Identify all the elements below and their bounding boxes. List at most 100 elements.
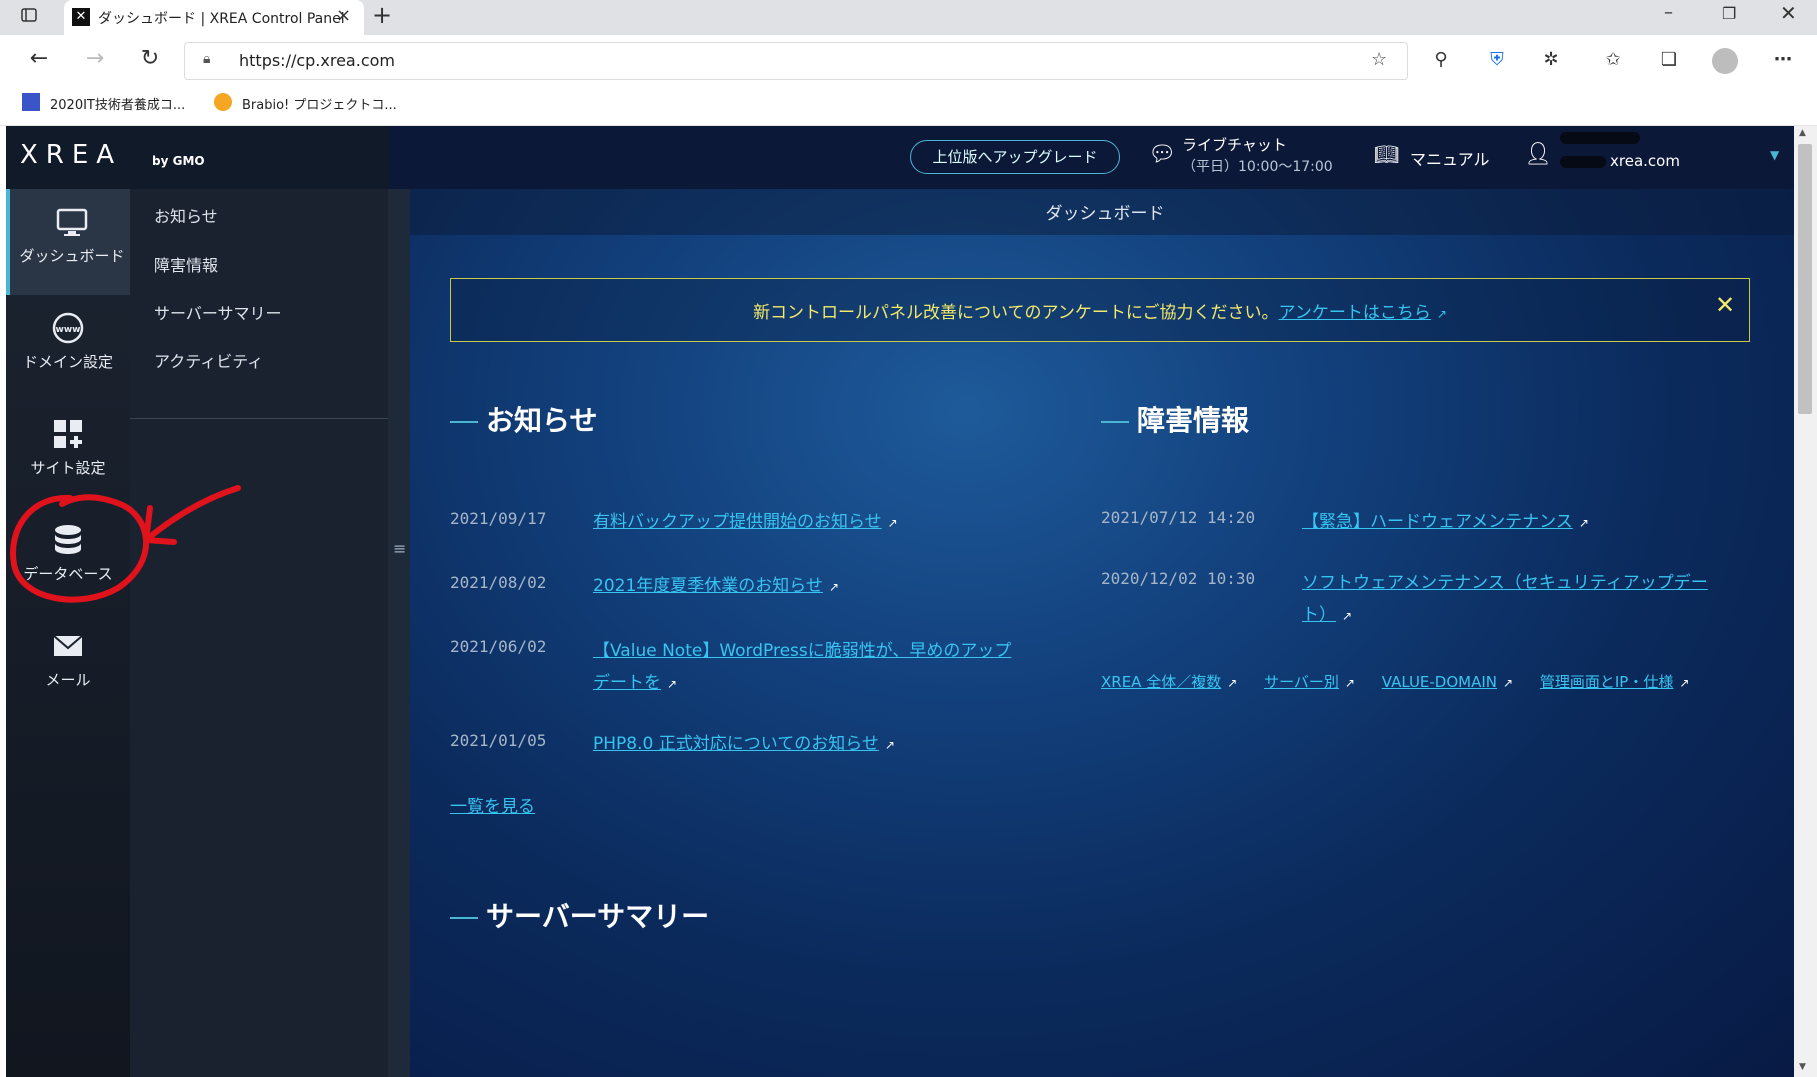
nav-domain-settings[interactable]: www ドメイン設定 [6,295,130,401]
subnav-activity[interactable]: アクティビティ [154,348,263,372]
incident-filter-all[interactable]: XREA 全体／複数 [1101,673,1221,691]
nav-label: メール [45,671,91,689]
xrea-logo[interactable]: XREA [20,140,122,170]
external-link-icon: ↗ [884,738,895,752]
xrea-favicon-icon: ✕ [72,8,90,26]
extension-tracking-icon[interactable]: ⚲ [1426,46,1456,74]
extensions-puzzle-icon[interactable]: ✲ [1536,46,1566,74]
external-link-icon: ↗ [1227,676,1238,690]
refresh-icon[interactable]: ↻ [135,45,165,73]
redacted-account [1560,156,1606,168]
gmo-logo: by GMO [152,154,205,168]
scrollbar-thumb[interactable] [1798,144,1812,414]
restore-icon[interactable]: ❐ [1722,4,1736,23]
news-link[interactable]: 2021年度夏季休業のお知らせ [593,576,823,596]
news-more-link: 一覧を見る [450,792,535,817]
incident-filter-value-domain[interactable]: VALUE-DOMAIN [1382,673,1497,691]
nav-label: ドメイン設定 [22,353,113,371]
incident-filter-server[interactable]: サーバー別 [1264,673,1339,691]
browser-titlebar: ✕ ダッシュボード | XREA Control Panel × + – ❐ ✕ [0,0,1817,35]
survey-link[interactable]: アンケートはこちら [1279,303,1431,323]
news-item: 2021年度夏季休業のお知らせ ↗ [593,571,993,596]
subnav-incidents[interactable]: 障害情報 [154,252,218,276]
forward-icon[interactable]: → [80,45,110,73]
add-favorite-icon[interactable]: ☆ [1371,49,1387,70]
main-content: ダッシュボード 新コントロールパネル改善についてのアンケートにご協力ください。ア… [410,189,1800,1077]
incident-link[interactable]: 【緊急】ハードウェアメンテナンス [1302,512,1573,532]
news-date: 2021/01/05 [450,731,547,750]
news-link[interactable]: 【Value Note】WordPressに脆弱性が、早めのアップデートを [593,641,1011,693]
news-link[interactable]: PHP8.0 正式対応についてのお知らせ [593,734,879,754]
page-title-bar: ダッシュボード [410,189,1800,235]
external-link-icon: ↗ [1342,609,1353,623]
news-item: PHP8.0 正式対応についてのお知らせ ↗ [593,729,1013,754]
news-date: 2021/06/02 [450,637,547,656]
nav-mail[interactable]: メール [6,613,130,719]
tab-title: ダッシュボード | XREA Control Panel [98,11,345,27]
incident-item: ソフトウェアメンテナンス（セキュリティアップデート） ↗ [1302,567,1722,632]
favorites-icon[interactable]: ✩ [1598,46,1628,74]
collapse-handle-icon[interactable]: ≡ [393,539,406,558]
mail-icon [53,635,83,656]
redacted-account [1560,132,1640,144]
notice-line: 新コントロールパネル改善についてのアンケートにご協力ください。アンケートはこちら… [451,298,1749,323]
left-nav: ダッシュボード www ドメイン設定 サイト設定 データベース メール [6,189,134,1077]
close-notice-icon[interactable]: ✕ [1715,291,1735,319]
brabio-favicon-icon [214,93,232,111]
new-tab-icon[interactable]: + [372,1,392,29]
shield-extension-icon[interactable]: ⛨ [1482,46,1512,74]
monitor-icon [56,208,88,236]
nav-label: ダッシュボード [19,247,125,265]
incident-filter-links: XREA 全体／複数 ↗ サーバー別 ↗ VALUE-DOMAIN ↗ 管理画面とIP… [1101,665,1701,700]
bookmarks-bar: 2020IT技術者養成コ... Brabio! プロジェクトコ... [0,85,1817,126]
sub-nav: お知らせ 障害情報 サーバーサマリー アクティビティ [130,189,388,1077]
subnav-server-summary[interactable]: サーバーサマリー [154,300,282,324]
incident-heading-text: 障害情報 [1137,404,1250,437]
close-window-icon[interactable]: ✕ [1780,1,1797,25]
page-scrollbar[interactable]: ▲ ▼ [1794,126,1817,1077]
incident-item: 【緊急】ハードウェアメンテナンス ↗ [1302,507,1722,532]
news-item: 有料バックアップ提供開始のお知らせ ↗ [593,507,993,532]
news-link[interactable]: 有料バックアップ提供開始のお知らせ [593,512,882,532]
notice-text: 新コントロールパネル改善についてのアンケートにご協力ください。 [753,303,1279,323]
news-heading: お知らせ [450,399,597,439]
browser-tab[interactable]: ✕ ダッシュボード | XREA Control Panel × [64,0,364,35]
xrea-app: XREA by GMO 上位版へアップグレード 💬︎ ライブチャット （平日）1… [6,126,1800,1077]
view-all-link[interactable]: 一覧を見る [450,797,535,817]
bookmark-item[interactable]: Brabio! プロジェクトコ... [242,94,397,113]
grid-plus-icon [54,420,82,448]
close-tab-icon[interactable]: × [336,5,351,26]
external-link-icon: ↗ [887,516,898,530]
server-summary-heading: サーバーサマリー [450,895,709,935]
bookmark-favicon-icon [22,93,40,111]
url-text: https://cp.xrea.com [239,51,395,70]
back-icon[interactable]: ← [24,45,54,73]
subnav-news[interactable]: お知らせ [154,203,218,227]
profile-avatar[interactable] [1712,48,1738,74]
server-summary-heading-text: サーバーサマリー [486,900,710,933]
manual-book-icon: 📖︎ [1374,142,1400,166]
tab-actions-icon[interactable] [14,4,44,32]
nav-dashboard[interactable]: ダッシュボード [6,189,134,295]
incident-date: 2021/07/12 14:20 [1101,508,1256,527]
news-date: 2021/09/17 [450,509,547,528]
collections-icon[interactable]: ❏ [1654,46,1684,74]
scroll-down-icon[interactable]: ▼ [1799,1062,1806,1072]
address-bar[interactable]: 🔒︎ https://cp.xrea.com ☆ [184,42,1408,80]
bookmark-item[interactable]: 2020IT技術者養成コ... [50,94,185,113]
account-domain: xrea.com [1610,152,1680,170]
more-menu-icon[interactable]: ⋯ [1768,46,1798,74]
upgrade-button[interactable]: 上位版へアップグレード [910,140,1120,174]
live-chat-title[interactable]: ライブチャット [1182,134,1287,155]
collapse-gutter: ≡ [388,189,410,1077]
news-item: 【Value Note】WordPressに脆弱性が、早めのアップデートを ↗ [593,635,1013,700]
subnav-divider [130,418,388,419]
account-dropdown-icon[interactable]: ▼ [1770,148,1779,162]
external-link-icon: ↗ [1344,676,1355,690]
minimize-icon[interactable]: – [1664,2,1673,23]
incident-filter-admin-ip[interactable]: 管理画面とIP・仕様 [1540,673,1673,691]
incident-date: 2020/12/02 10:30 [1101,569,1256,588]
scroll-up-icon[interactable]: ▲ [1799,128,1806,138]
manual-link[interactable]: マニュアル [1410,146,1490,170]
incident-link[interactable]: ソフトウェアメンテナンス（セキュリティアップデート） [1302,573,1708,625]
